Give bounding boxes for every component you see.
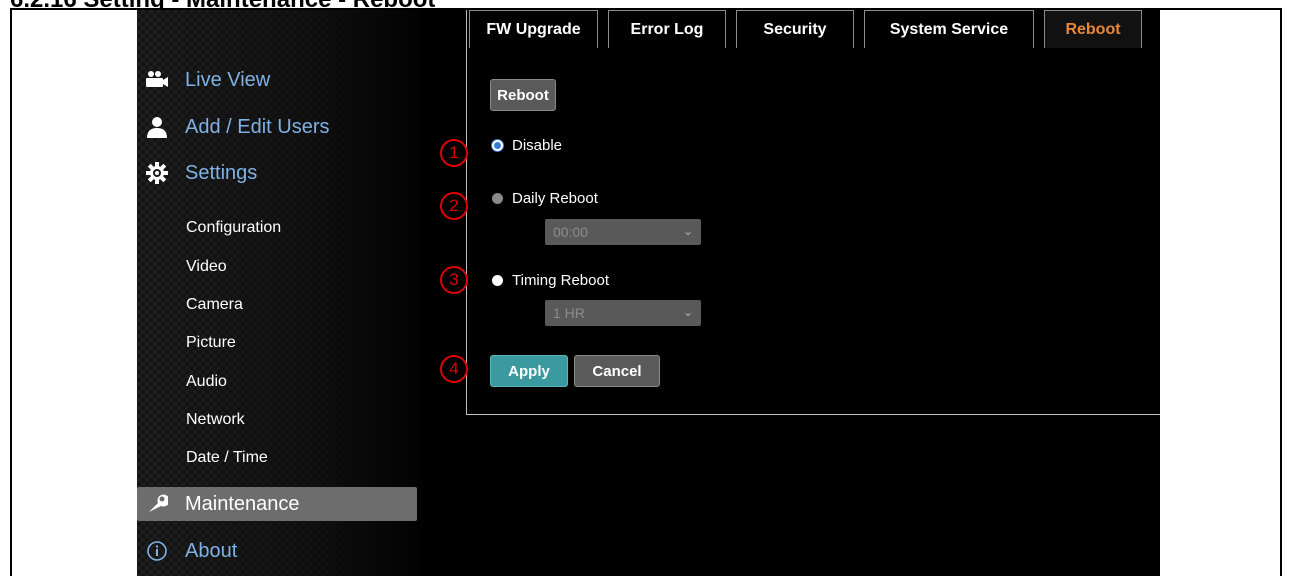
sidebar-item-label: Settings — [185, 161, 258, 184]
option-disable-label: Disable — [512, 137, 563, 154]
radio-selected[interactable] — [492, 140, 503, 151]
tab-system-service[interactable]: System Service — [864, 10, 1034, 48]
chevron-down-icon: ⌄ — [682, 305, 693, 319]
tab-reboot[interactable]: Reboot — [1044, 10, 1142, 48]
radio-unselected[interactable] — [492, 275, 503, 286]
app-window: Live View Add / Edit Users Settings Conf… — [137, 10, 1160, 576]
info-icon — [145, 539, 169, 563]
tab-security[interactable]: Security — [736, 10, 854, 48]
wrench-icon — [145, 492, 169, 516]
sidebar-item-add-edit-users[interactable]: Add / Edit Users — [137, 107, 330, 147]
apply-button[interactable]: Apply — [490, 355, 568, 387]
daily-time-value: 00:00 — [553, 224, 589, 240]
sidebar-item-label: Live View — [185, 68, 271, 91]
content-panel — [466, 10, 1160, 415]
tab-error-log[interactable]: Error Log — [608, 10, 726, 48]
sidebar-item-label: Add / Edit Users — [185, 115, 330, 138]
sidebar-item-about[interactable]: About — [137, 531, 237, 571]
chevron-down-icon: ⌄ — [682, 224, 693, 238]
timing-interval-select[interactable]: 1 HR ⌄ — [545, 300, 701, 326]
sidebar-item-live-view[interactable]: Live View — [137, 60, 270, 100]
cancel-button[interactable]: Cancel — [574, 355, 660, 387]
sidebar-item-settings[interactable]: Settings — [137, 153, 257, 193]
gear-icon — [145, 161, 169, 185]
option-timing-reboot[interactable]: Timing Reboot — [492, 272, 609, 289]
user-icon — [145, 115, 169, 139]
sidebar-item-maintenance[interactable]: Maintenance — [137, 484, 300, 524]
sidebar-subitem-camera[interactable]: Camera — [186, 290, 243, 320]
callout-3: 3 — [440, 266, 468, 294]
radio-disabled[interactable] — [492, 193, 503, 204]
sidebar-subitem-network[interactable]: Network — [186, 405, 245, 435]
sidebar-subitem-video[interactable]: Video — [186, 252, 227, 282]
option-daily-reboot-label: Daily Reboot — [512, 190, 598, 207]
daily-time-select[interactable]: 00:00 ⌄ — [545, 219, 701, 245]
option-timing-reboot-label: Timing Reboot — [512, 272, 609, 289]
sidebar-subitem-configuration[interactable]: Configuration — [186, 213, 281, 243]
camera-group-icon — [145, 68, 169, 92]
sidebar-item-label: Maintenance — [185, 492, 300, 515]
option-daily-reboot[interactable]: Daily Reboot — [492, 190, 598, 207]
sidebar-item-label: About — [185, 539, 238, 562]
callout-2: 2 — [440, 192, 468, 220]
reboot-button[interactable]: Reboot — [490, 79, 556, 111]
callout-1: 1 — [440, 139, 468, 167]
sidebar-subitem-audio[interactable]: Audio — [186, 367, 227, 397]
sidebar-subitem-picture[interactable]: Picture — [186, 328, 236, 358]
tab-fw-upgrade[interactable]: FW Upgrade — [469, 10, 598, 48]
timing-interval-value: 1 HR — [553, 305, 585, 321]
callout-4: 4 — [440, 355, 468, 383]
sidebar-subitem-date-time[interactable]: Date / Time — [186, 443, 268, 473]
option-disable[interactable]: Disable — [492, 137, 562, 154]
